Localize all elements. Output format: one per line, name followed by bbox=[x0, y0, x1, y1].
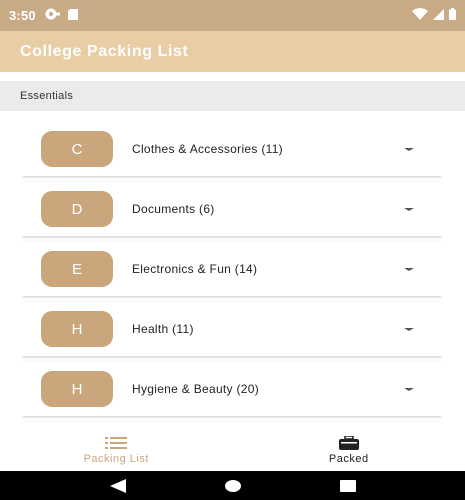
category-avatar: D bbox=[41, 191, 113, 227]
chevron-down-icon[interactable] bbox=[404, 208, 414, 211]
app-bar: College Packing List bbox=[0, 31, 465, 72]
status-bar: 3:50 bbox=[0, 0, 465, 31]
chevron-down-icon[interactable] bbox=[404, 328, 414, 331]
page-title: College Packing List bbox=[20, 42, 189, 60]
section-title: Essentials bbox=[20, 90, 74, 102]
list-icon bbox=[105, 436, 128, 450]
signal-icon bbox=[433, 8, 444, 23]
chevron-down-icon[interactable] bbox=[404, 268, 414, 271]
category-label: Clothes & Accessories (11) bbox=[132, 142, 283, 156]
section-header: Essentials bbox=[0, 81, 465, 111]
nav-label: Packed bbox=[328, 452, 369, 465]
sd-card-icon bbox=[67, 8, 78, 23]
chevron-down-icon[interactable] bbox=[404, 388, 414, 391]
category-label: Electronics & Fun (14) bbox=[132, 262, 258, 276]
nav-packing-list[interactable]: Packing List bbox=[0, 429, 233, 471]
recents-icon[interactable] bbox=[339, 479, 356, 493]
bottom-nav: Packing List Packed bbox=[0, 429, 465, 471]
wifi-icon bbox=[412, 8, 428, 23]
category-avatar: H bbox=[41, 311, 113, 347]
status-time: 3:50 bbox=[9, 8, 36, 23]
settings-icon bbox=[44, 8, 60, 23]
category-card[interactable]: H Hygiene & Beauty (20) bbox=[22, 362, 442, 416]
category-avatar: C bbox=[41, 131, 113, 167]
category-card[interactable]: D Documents (6) bbox=[22, 182, 442, 236]
category-list[interactable]: C Clothes & Accessories (11) D Documents… bbox=[22, 122, 442, 429]
system-nav-bar bbox=[0, 471, 465, 500]
category-card-partial[interactable] bbox=[22, 422, 442, 429]
home-icon[interactable] bbox=[224, 479, 241, 493]
category-card[interactable]: H Health (11) bbox=[22, 302, 442, 356]
category-avatar: E bbox=[41, 251, 113, 287]
category-avatar: H bbox=[41, 371, 113, 407]
suitcase-icon bbox=[338, 435, 359, 450]
category-card[interactable]: E Electronics & Fun (14) bbox=[22, 242, 442, 296]
nav-packed[interactable]: Packed bbox=[233, 429, 465, 471]
chevron-down-icon[interactable] bbox=[404, 148, 414, 151]
category-label: Health (11) bbox=[132, 322, 194, 336]
nav-label: Packing List bbox=[83, 452, 149, 465]
back-icon[interactable] bbox=[109, 478, 126, 493]
category-card[interactable]: C Clothes & Accessories (11) bbox=[22, 122, 442, 176]
category-label: Hygiene & Beauty (20) bbox=[132, 382, 260, 396]
battery-icon bbox=[449, 8, 456, 23]
category-label: Documents (6) bbox=[132, 202, 215, 216]
